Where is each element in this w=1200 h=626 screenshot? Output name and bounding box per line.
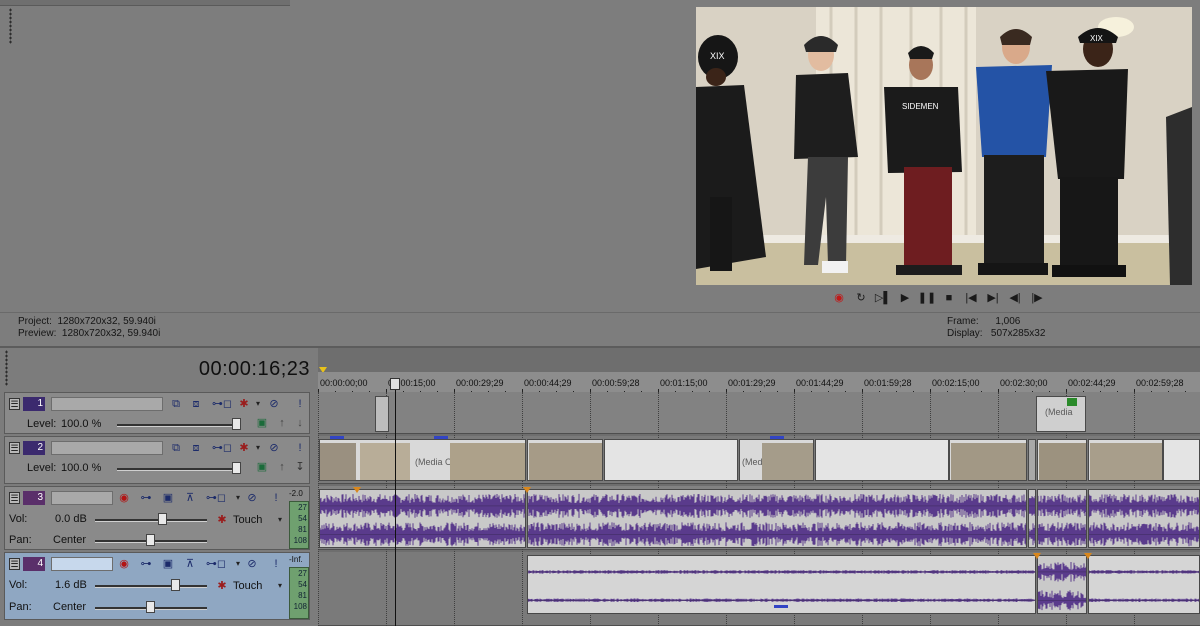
playhead-line[interactable] [395,378,396,626]
audio-clip-2[interactable] [527,489,1027,548]
play-button[interactable]: ▶ [894,290,916,306]
frame-value: 1,006 [995,316,1021,327]
video-clip-12[interactable] [1163,439,1200,481]
audio-clip-7[interactable] [1037,555,1087,614]
go-to-start-button[interactable]: |◀ [960,290,982,306]
ruler-label: 00:00:59;28 [592,378,640,388]
ruler-label: 00:01:29;29 [728,378,776,388]
go-to-end-button[interactable]: ▶| [982,290,1004,306]
clip-handle-marker[interactable] [330,436,344,439]
ruler-label: 00:00:44;29 [524,378,572,388]
clip-handle-marker[interactable] [770,436,784,439]
ruler-label: 00:02:59;28 [1136,378,1184,388]
clip-thumbnail [1090,443,1162,480]
clip-handle-marker[interactable] [774,605,788,608]
video-clip-3[interactable]: (Media Of [319,439,526,481]
fade-marker[interactable] [353,487,361,493]
clip-thumbnail [320,443,356,480]
video-preview-frame: XIX XIX SIDEMEN [696,7,1192,285]
play-from-start-button[interactable]: ▷▌ [872,290,894,306]
audio-clip-5[interactable] [1088,489,1200,548]
preview-label: Preview: [18,328,57,339]
preview-image: XIX XIX SIDEMEN [696,7,1192,285]
video-clip-9[interactable] [1028,439,1036,481]
stop-button[interactable]: ■ [938,290,960,306]
video-clip-1[interactable] [375,396,389,432]
fade-marker[interactable] [1033,553,1041,559]
waveform [320,494,525,547]
clip-thumbnail [360,443,410,480]
display-value: 507x285x32 [990,328,1046,339]
audio-clip-1[interactable] [319,489,526,548]
fade-marker[interactable] [1084,553,1092,559]
ruler-label: 00:01:59;28 [864,378,912,388]
waveform [1038,494,1086,547]
ruler-label: 00:01:15;00 [660,378,708,388]
clip-label: (Media Of [415,457,455,467]
top-toolbar-strip [0,0,290,6]
waveform [1089,570,1199,602]
clip-thumbnail [1039,443,1086,480]
ruler-label: 00:02:30;00 [1000,378,1048,388]
frame-info: Frame: 1,006 Display: 507x285x32 [947,316,1045,340]
preview-grip-handle[interactable] [9,8,12,44]
video-clip-11[interactable] [1088,439,1163,481]
video-clip-8[interactable] [949,439,1027,481]
next-frame-button[interactable]: |▶ [1026,290,1048,306]
project-value: 1280x720x32, 59.940i [57,316,156,327]
display-label: Display: [947,328,983,339]
ruler-label: 00:00:00;00 [320,378,368,388]
ruler-label: 00:02:15;00 [932,378,980,388]
clip-label: (Media [1045,407,1073,417]
waveform [1038,562,1086,611]
waveform [1089,494,1199,547]
previous-frame-button[interactable]: ◀| [1004,290,1026,306]
project-info: Project: 1280x720x32, 59.940i Preview: 1… [18,316,160,340]
clip-thumbnail [951,443,1026,480]
preview-divider [0,312,1200,313]
video-clip-10[interactable] [1037,439,1087,481]
pause-button[interactable]: ❚❚ [916,290,938,306]
ruler-label: 00:01:44;29 [796,378,844,388]
loop-button[interactable]: ↻ [850,290,872,306]
clip-thumbnail [762,443,813,480]
cap-text-2: XIX [1090,34,1104,43]
video-clip-7[interactable] [815,439,949,481]
video-clip-5[interactable] [604,439,738,481]
playhead-handle[interactable] [390,378,400,390]
ruler-label: 00:00:29;29 [456,378,504,388]
video-clip-6[interactable]: (Media Of [739,439,814,481]
fade-marker[interactable] [523,487,531,493]
record-button[interactable]: ◉ [828,290,850,306]
project-label: Project: [18,316,52,327]
clip-thumbnail [450,443,525,480]
clip-handle-marker[interactable] [434,436,448,439]
audio-clip-8[interactable] [1088,555,1200,614]
ruler-label: 00:02:44;29 [1068,378,1116,388]
preview-value: 1280x720x32, 59.940i [61,328,161,339]
clip-thumbnail [529,443,602,480]
audio-clip-3[interactable] [1028,489,1036,548]
waveform [528,493,1026,547]
video-clip-2[interactable]: (Media [1036,396,1086,432]
waveform [1029,496,1035,546]
video-clip-4[interactable] [527,439,603,481]
cap-text-1: XIX [710,51,725,61]
shirt-text: SIDEMEN [902,102,939,111]
frame-label: Frame: [947,316,979,327]
audio-clip-4[interactable] [1037,489,1087,548]
clip-fx-icon[interactable] [1067,398,1077,406]
transport-bar: ◉ ↻ ▷▌ ▶ ❚❚ ■ |◀ ▶| ◀| |▶ [828,290,1068,308]
timecode-display: 00:00:16;23 [198,358,310,380]
timeline-grip-handle[interactable] [5,350,8,386]
